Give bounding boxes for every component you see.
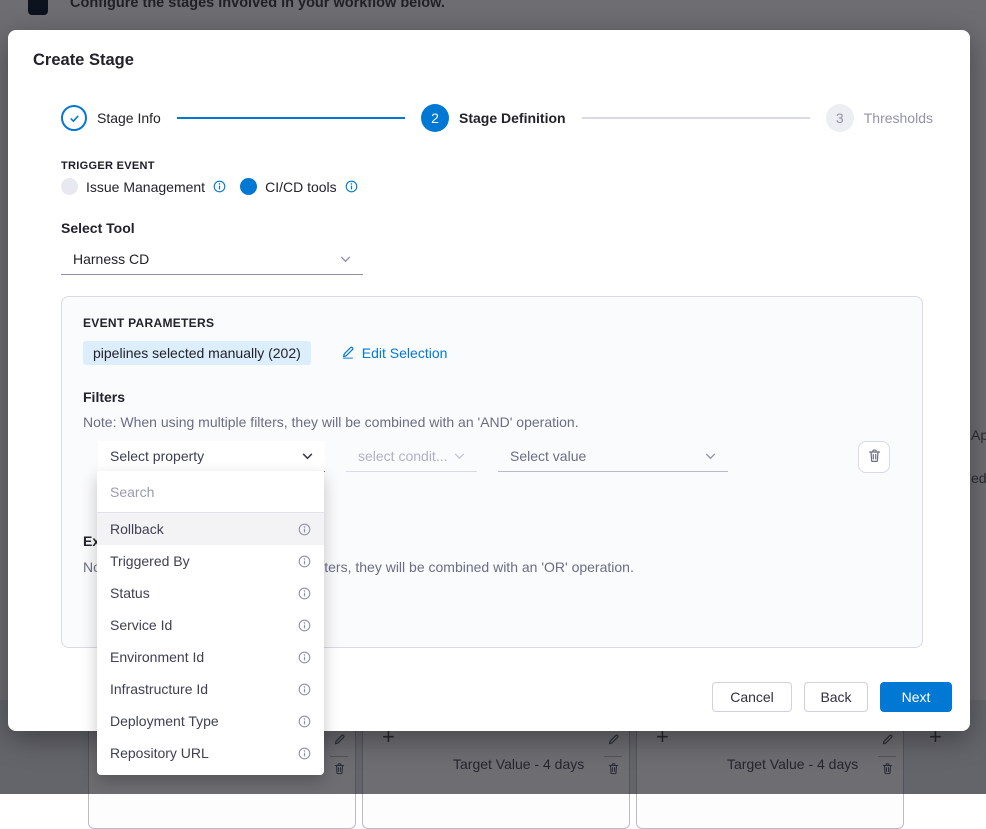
edit-icon (341, 345, 355, 362)
menu-item-label: Environment Id (110, 649, 204, 665)
menu-item-service-id[interactable]: Service Id (97, 609, 324, 641)
value-select-placeholder: Select value (510, 448, 586, 464)
back-button[interactable]: Back (804, 682, 868, 712)
search-input[interactable] (97, 471, 324, 512)
tool-select[interactable]: Harness CD (61, 244, 363, 275)
trash-icon (867, 448, 882, 466)
info-icon[interactable] (298, 747, 311, 760)
step-number: 2 (421, 104, 449, 132)
event-parameters-title: EVENT PARAMETERS (83, 316, 214, 330)
selection-chip: pipelines selected manually (202) (83, 341, 311, 365)
radio-unchecked (61, 178, 78, 195)
menu-item-label: Deployment Type (110, 713, 219, 729)
delete-filter-button[interactable] (858, 441, 890, 473)
info-icon[interactable] (298, 715, 311, 728)
edit-selection-link[interactable]: Edit Selection (341, 345, 448, 362)
dropdown-search-row (97, 471, 324, 513)
step-label: Stage Info (97, 110, 161, 126)
info-icon[interactable] (298, 523, 311, 536)
chevron-down-icon (302, 453, 313, 460)
chevron-down-icon (705, 453, 716, 460)
menu-item-label: Service Id (110, 617, 172, 633)
info-icon[interactable] (298, 683, 311, 696)
select-tool-label: Select Tool (61, 220, 135, 236)
menu-item-label: Rollback (110, 521, 164, 537)
radio-issue-management[interactable]: Issue Management (61, 178, 226, 195)
radio-cicd-tools[interactable]: CI/CD tools (240, 178, 358, 195)
edit-selection-label: Edit Selection (362, 345, 448, 361)
property-select[interactable]: Select property (98, 441, 325, 472)
menu-item-infrastructure-id[interactable]: Infrastructure Id (97, 673, 324, 705)
value-select[interactable]: Select value (498, 441, 728, 472)
filter-row: Select property select condit... Select … (98, 441, 890, 473)
menu-item-label: Repository URL (110, 745, 209, 761)
filters-note: Note: When using multiple filters, they … (83, 414, 579, 430)
tool-select-value: Harness CD (73, 251, 149, 267)
step-label: Thresholds (864, 110, 933, 126)
step-thresholds[interactable]: 3 Thresholds (826, 104, 933, 132)
filters-title: Filters (83, 389, 125, 405)
step-stage-definition[interactable]: 2 Stage Definition (421, 104, 566, 132)
condition-select[interactable]: select condit... (346, 441, 477, 472)
menu-item-rollback[interactable]: Rollback (97, 513, 324, 545)
check-icon (61, 105, 87, 131)
property-dropdown-menu: Rollback Triggered By Status Service Id … (97, 471, 324, 775)
menu-item-deployment-type[interactable]: Deployment Type (97, 705, 324, 737)
radio-label: Issue Management (86, 179, 205, 195)
step-label: Stage Definition (459, 110, 566, 126)
trigger-event-label: TRIGGER EVENT (61, 160, 155, 172)
info-icon[interactable] (213, 180, 226, 193)
menu-item-environment-id[interactable]: Environment Id (97, 641, 324, 673)
stepper: Stage Info 2 Stage Definition 3 Threshol… (61, 104, 933, 132)
radio-label: CI/CD tools (265, 179, 337, 195)
info-icon[interactable] (345, 180, 358, 193)
selection-row: pipelines selected manually (202) Edit S… (83, 341, 447, 365)
property-select-placeholder: Select property (110, 448, 204, 464)
menu-item-repository-url[interactable]: Repository URL (97, 737, 324, 769)
next-button[interactable]: Next (880, 682, 952, 712)
info-icon[interactable] (298, 619, 311, 632)
menu-item-label: Triggered By (110, 553, 190, 569)
info-icon[interactable] (298, 651, 311, 664)
radio-checked (240, 178, 257, 195)
stepper-connector (582, 117, 810, 119)
chevron-down-icon (454, 453, 465, 460)
chevron-down-icon (340, 256, 351, 263)
step-stage-info[interactable]: Stage Info (61, 105, 161, 131)
trigger-event-options: Issue Management CI/CD tools (61, 178, 358, 195)
condition-select-placeholder: select condit... (358, 448, 448, 464)
create-stage-dialog: Create Stage Stage Info 2 Stage Definiti… (8, 30, 970, 731)
step-number: 3 (826, 104, 854, 132)
dialog-footer: Cancel Back Next (712, 682, 952, 712)
info-icon[interactable] (298, 555, 311, 568)
cancel-button[interactable]: Cancel (712, 682, 792, 712)
menu-item-triggered-by[interactable]: Triggered By (97, 545, 324, 577)
menu-item-label: Status (110, 585, 150, 601)
stepper-connector (177, 117, 405, 119)
menu-item-label: Infrastructure Id (110, 681, 208, 697)
menu-item-status[interactable]: Status (97, 577, 324, 609)
dialog-title: Create Stage (33, 51, 134, 70)
info-icon[interactable] (298, 587, 311, 600)
